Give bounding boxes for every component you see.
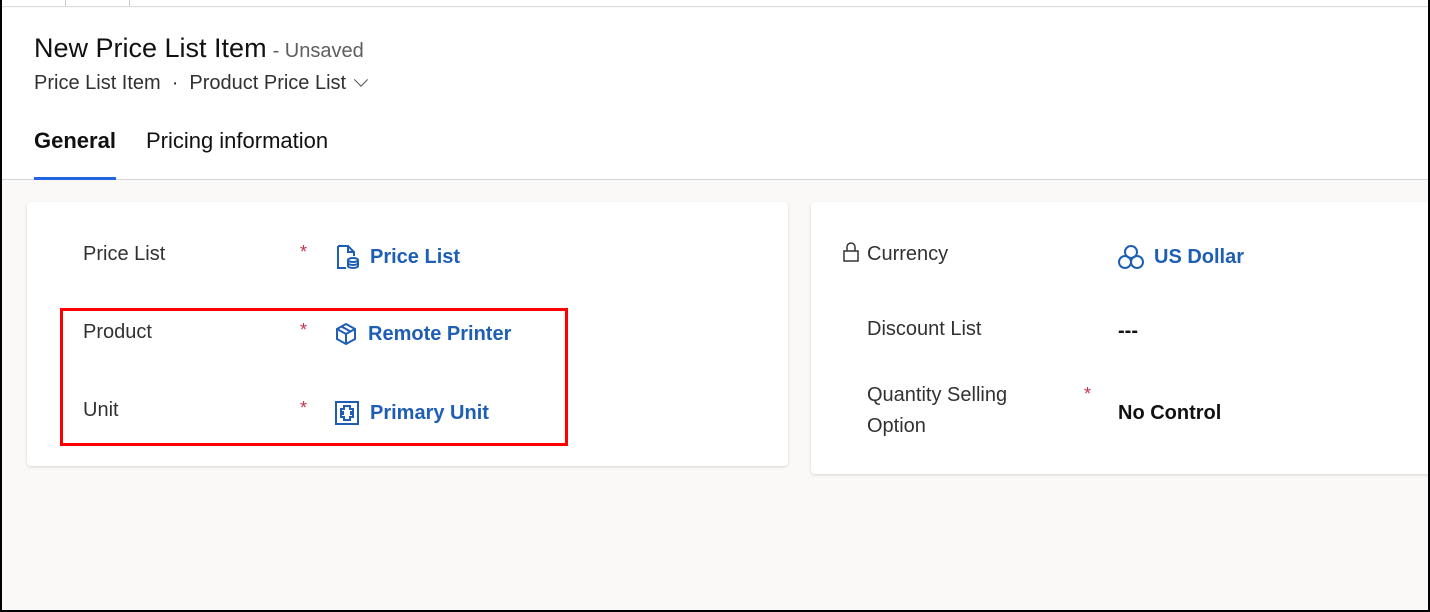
price-list-icon (337, 245, 359, 270)
lock-icon (843, 242, 859, 262)
entity-name: Price List Item (34, 72, 161, 94)
title-text: New Price List Item (34, 33, 267, 63)
required-marker: * (300, 242, 308, 262)
tab-list: General Pricing information (34, 128, 358, 180)
tab-pricing-information[interactable]: Pricing information (146, 128, 328, 180)
discount-list-value[interactable]: --- (1118, 320, 1138, 343)
currency-lookup[interactable]: US Dollar (1118, 244, 1244, 270)
page-title: New Price List Item - Unsaved (34, 33, 364, 64)
currency-icon (1118, 245, 1144, 269)
top-strip (2, 0, 1428, 7)
separator: · (171, 72, 179, 94)
price-list-value[interactable]: Price List (370, 246, 460, 269)
form-header: New Price List Item - Unsaved Price List … (2, 8, 1428, 180)
field-label-currency: Currency (867, 243, 949, 265)
breadcrumb: Price List Item · Product Price List (34, 72, 369, 95)
form-selector[interactable]: Product Price List (189, 72, 346, 95)
chevron-down-icon[interactable] (354, 72, 369, 87)
highlight-box (60, 308, 568, 446)
field-label-discount-list: Discount List (867, 318, 982, 340)
unsaved-status: - Unsaved (272, 40, 364, 62)
price-list-lookup[interactable]: Price List (334, 244, 460, 270)
tab-general[interactable]: General (34, 128, 116, 180)
required-marker: * (1084, 384, 1092, 404)
field-label-quantity-selling-option: Quantity Selling Option (867, 384, 1008, 437)
field-label-price-list: Price List (83, 243, 166, 265)
general-section-right: Currency US Dollar Discount List --- Qua… (811, 202, 1428, 474)
app-frame: New Price List Item - Unsaved Price List … (2, 0, 1428, 610)
currency-value[interactable]: US Dollar (1154, 246, 1244, 269)
quantity-selling-option-value[interactable]: No Control (1118, 402, 1221, 425)
